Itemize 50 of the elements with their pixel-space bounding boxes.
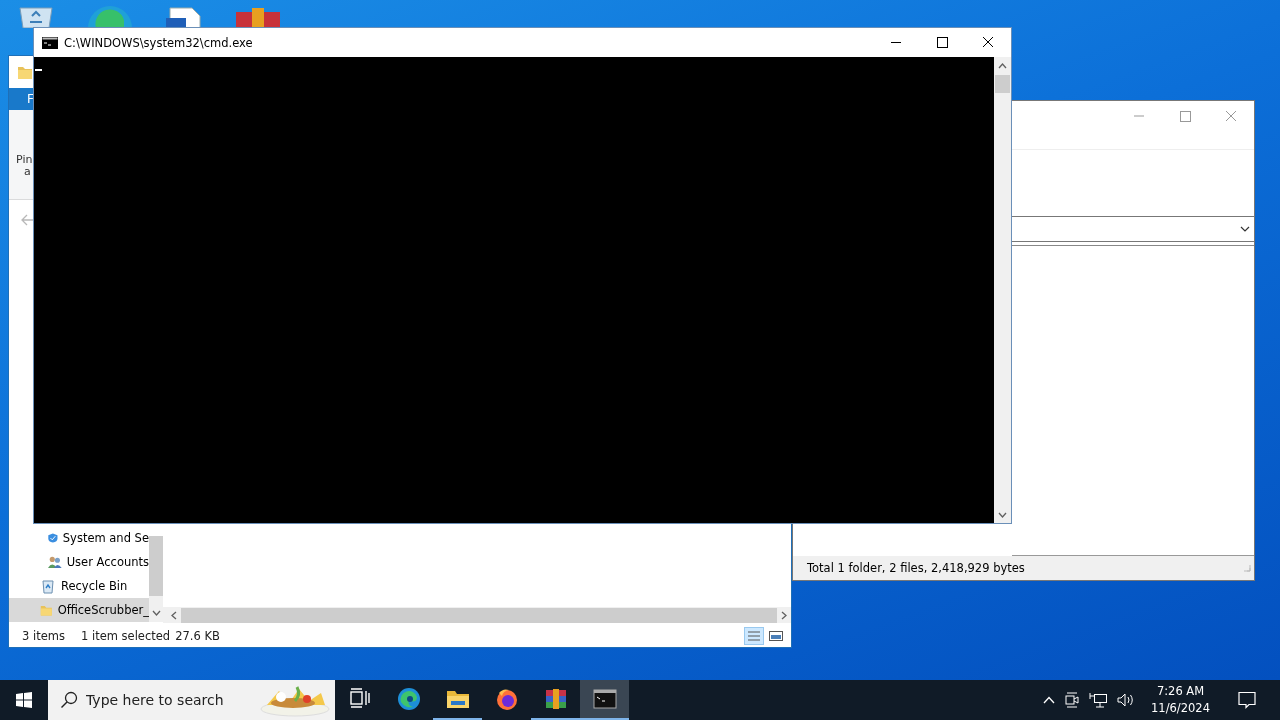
clock[interactable]: 7:26 AM 11/6/2024 bbox=[1145, 683, 1216, 717]
clock-date: 11/6/2024 bbox=[1151, 700, 1210, 717]
notification-icon[interactable] bbox=[1238, 691, 1256, 709]
window-title: C:\WINDOWS\system32\cmd.exe bbox=[64, 35, 253, 50]
search-input[interactable]: Type here to search bbox=[86, 692, 251, 708]
scroll-up-icon[interactable] bbox=[998, 63, 1007, 69]
thumbnail-view-icon[interactable] bbox=[768, 629, 784, 643]
ribbon-label: Pin bbox=[16, 153, 33, 166]
status-text: 1 item selected bbox=[81, 629, 171, 643]
address-dropdown[interactable] bbox=[1012, 216, 1254, 242]
ribbon-label: a bbox=[24, 165, 31, 178]
recycle-bin-icon[interactable] bbox=[16, 6, 56, 28]
archive-icon bbox=[543, 687, 568, 711]
search-icon bbox=[60, 691, 78, 709]
recycle-bin-icon bbox=[40, 578, 56, 594]
windows-logo-icon bbox=[16, 692, 32, 708]
console-icon bbox=[42, 36, 58, 49]
scrollbar[interactable] bbox=[994, 57, 1011, 523]
scroll-right-icon[interactable] bbox=[781, 610, 787, 620]
network-icon[interactable] bbox=[1089, 692, 1108, 708]
nav-item[interactable]: Recycle Bin bbox=[9, 574, 149, 598]
nav-item[interactable]: OfficeScrubber_ bbox=[9, 598, 149, 622]
volume-icon[interactable] bbox=[1117, 693, 1136, 707]
chevron-down-icon[interactable] bbox=[1240, 226, 1250, 232]
document-icon[interactable] bbox=[164, 6, 204, 28]
nav-item[interactable]: System and Se bbox=[9, 526, 149, 550]
task-view-icon bbox=[347, 687, 372, 711]
taskbar-button[interactable] bbox=[580, 680, 629, 720]
status-text: 3 items bbox=[22, 629, 66, 643]
back-arrow-icon[interactable] bbox=[21, 214, 35, 226]
users-icon bbox=[48, 554, 62, 570]
nav-item[interactable]: User Accounts bbox=[9, 550, 149, 574]
chevron-up-icon[interactable] bbox=[1043, 696, 1056, 704]
ribbon-tab[interactable]: F bbox=[27, 92, 34, 106]
resize-grip-icon[interactable] bbox=[1243, 564, 1251, 572]
scroll-down-icon[interactable] bbox=[151, 610, 161, 616]
status-text: 27.6 KB bbox=[175, 629, 220, 643]
scroll-thumb[interactable] bbox=[995, 75, 1010, 93]
status-text: Total 1 folder, 2 files, 2,418,929 bytes bbox=[807, 561, 1026, 575]
console-icon bbox=[592, 687, 617, 711]
scroll-left-icon[interactable] bbox=[171, 610, 177, 620]
camera-icon[interactable] bbox=[1065, 692, 1080, 708]
scrollbar[interactable] bbox=[149, 536, 163, 622]
search-bar[interactable]: Type here to search bbox=[48, 680, 335, 720]
scroll-down-icon[interactable] bbox=[998, 512, 1007, 518]
firefox-icon bbox=[494, 687, 519, 711]
scroll-thumb[interactable] bbox=[149, 536, 163, 596]
folder-icon bbox=[17, 64, 33, 80]
browser-icon bbox=[396, 687, 421, 711]
clock-time: 7:26 AM bbox=[1156, 683, 1205, 700]
